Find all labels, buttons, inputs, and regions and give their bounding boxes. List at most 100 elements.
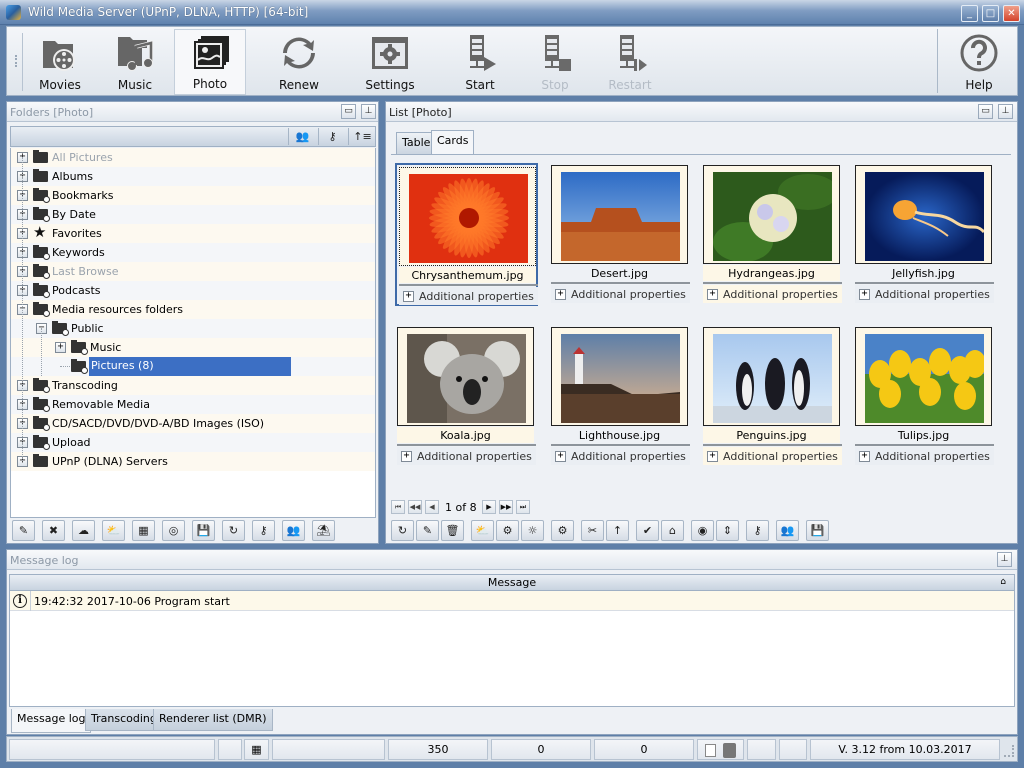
delete-folder-icon[interactable]: ✖ xyxy=(42,520,65,541)
additional-properties[interactable]: + Additional properties xyxy=(855,447,994,465)
help-button[interactable]: Help xyxy=(943,29,1015,95)
settings-info-icon[interactable]: ⚙ xyxy=(496,520,519,541)
start-button[interactable]: Start xyxy=(444,29,516,95)
tab-cards[interactable]: Cards xyxy=(431,130,475,155)
first-page-button[interactable]: ⏮ xyxy=(391,500,405,514)
refresh-icon[interactable]: ↻ xyxy=(391,520,414,541)
cloud-folder-icon[interactable]: ☁ xyxy=(72,520,95,541)
expand-icon[interactable]: + xyxy=(707,451,718,462)
minimize-button[interactable]: _ xyxy=(961,5,978,22)
lifebuoy-icon[interactable]: ◎ xyxy=(162,520,185,541)
calculator-icon[interactable]: ▦ xyxy=(244,739,269,760)
photo-card[interactable]: Chrysanthemum.jpg + Additional propertie… xyxy=(395,163,538,306)
pin-panel-button[interactable]: ⊥ xyxy=(361,104,376,119)
additional-properties[interactable]: + Additional properties xyxy=(397,447,536,465)
broadcast-icon[interactable]: ◉ xyxy=(691,520,714,541)
tree-item[interactable]: Pictures (8) xyxy=(11,357,375,376)
movies-button[interactable]: Movies xyxy=(24,29,96,95)
edit-icon[interactable]: ✎ xyxy=(416,520,439,541)
pin-panel-button[interactable]: ⊥ xyxy=(998,104,1013,119)
expand-icon[interactable]: + xyxy=(55,342,66,353)
additional-properties[interactable]: + Additional properties xyxy=(703,285,842,303)
refresh-folder-icon[interactable]: ↻ xyxy=(222,520,245,541)
expand-icon[interactable]: + xyxy=(859,289,870,300)
fit-height-icon[interactable]: ⇕ xyxy=(716,520,739,541)
tree-item[interactable]: + Podcasts xyxy=(11,281,375,300)
next-group-button[interactable]: ▶▶ xyxy=(499,500,513,514)
key-icon[interactable]: ⚷ xyxy=(252,520,275,541)
tree-item[interactable]: − Public xyxy=(11,319,375,338)
tab-renderer-list[interactable]: Renderer list (DMR) xyxy=(153,709,273,731)
folder-open-icon[interactable]: ⌂ xyxy=(661,520,684,541)
save-icon[interactable]: 💾 xyxy=(806,520,829,541)
tree-item[interactable]: + Removable Media xyxy=(11,395,375,414)
palm-tree-icon[interactable]: ⛱ xyxy=(312,520,335,541)
tab-message-log[interactable]: Message log xyxy=(11,709,92,733)
folder-settings-icon[interactable]: ⚙ xyxy=(551,520,574,541)
additional-properties[interactable]: + Additional properties xyxy=(399,287,538,305)
settings-button[interactable]: Settings xyxy=(354,29,426,95)
expand-icon[interactable]: + xyxy=(401,451,412,462)
grid-icon[interactable]: ▦ xyxy=(132,520,155,541)
prev-group-button[interactable]: ◀◀ xyxy=(408,500,422,514)
prev-page-button[interactable]: ◀ xyxy=(425,500,439,514)
resize-grip[interactable] xyxy=(1004,745,1014,757)
photo-card[interactable]: Lighthouse.jpg + Additional properties xyxy=(549,325,692,468)
tree-item[interactable]: + Bookmarks xyxy=(11,186,375,205)
additional-properties[interactable]: + Additional properties xyxy=(551,447,690,465)
photo-card[interactable]: Penguins.jpg + Additional properties xyxy=(701,325,844,468)
music-button[interactable]: Music xyxy=(99,29,171,95)
photo-card[interactable]: Desert.jpg + Additional properties xyxy=(549,163,692,306)
save-icon[interactable]: 💾 xyxy=(192,520,215,541)
tools-icon[interactable]: ✂ xyxy=(581,520,604,541)
delete-icon[interactable]: 🗑 xyxy=(441,520,464,541)
tree-item[interactable]: + CD/SACD/DVD/DVD-A/BD Images (ISO) xyxy=(11,414,375,433)
expand-icon[interactable]: + xyxy=(403,291,414,302)
tree-item[interactable]: + Music xyxy=(11,338,375,357)
renew-button[interactable]: Renew xyxy=(263,29,335,95)
users-icon[interactable]: 👥 xyxy=(282,520,305,541)
expand-icon[interactable]: + xyxy=(555,451,566,462)
edit-folder-icon[interactable]: ✎ xyxy=(12,520,35,541)
tree-item[interactable]: + ★ Favorites xyxy=(11,224,375,243)
photo-card[interactable]: Hydrangeas.jpg + Additional properties xyxy=(701,163,844,306)
additional-properties[interactable]: + Additional properties xyxy=(855,285,994,303)
additional-properties[interactable]: + Additional properties xyxy=(551,285,690,303)
brightness-icon[interactable]: ☼ xyxy=(521,520,544,541)
photo-card[interactable]: Koala.jpg + Additional properties xyxy=(395,325,538,468)
stop-button[interactable]: Stop xyxy=(519,29,591,95)
tree-item[interactable]: + Last Browse xyxy=(11,262,375,281)
tree-item[interactable]: + Transcoding xyxy=(11,376,375,395)
weather-icon[interactable]: ⛅ xyxy=(471,520,494,541)
message-row[interactable]: i 19:42:32 2017-10-06 Program start xyxy=(10,591,1014,611)
maximize-panel-button[interactable]: ▭ xyxy=(341,104,356,119)
photo-card[interactable]: Jellyfish.jpg + Additional properties xyxy=(853,163,996,306)
restart-button[interactable]: Restart xyxy=(594,29,666,95)
maximize-button[interactable]: □ xyxy=(982,5,999,22)
tab-transcoding[interactable]: Transcoding xyxy=(85,709,163,731)
tree-item[interactable]: + By Date xyxy=(11,205,375,224)
tree-item[interactable]: + All Pictures xyxy=(11,148,375,167)
tree-item[interactable]: + UPnP (DLNA) Servers xyxy=(11,452,375,471)
users-icon[interactable]: 👥 xyxy=(288,128,316,145)
sort-icon[interactable]: ↑ xyxy=(606,520,629,541)
toolbar-grip[interactable] xyxy=(11,33,23,91)
photo-card[interactable]: Tulips.jpg + Additional properties xyxy=(853,325,996,468)
maximize-panel-button[interactable]: ▭ xyxy=(978,104,993,119)
folder-check-icon[interactable]: ✔ xyxy=(636,520,659,541)
tree-item[interactable]: − Media resources folders xyxy=(11,300,375,319)
key-icon[interactable]: ⚷ xyxy=(746,520,769,541)
pin-panel-button[interactable]: ⊥ xyxy=(997,552,1012,567)
message-column-header[interactable]: Message ⌂ xyxy=(9,574,1015,591)
next-page-button[interactable]: ▶ xyxy=(482,500,496,514)
last-page-button[interactable]: ⏭ xyxy=(516,500,530,514)
weather-icon[interactable]: ⛅ xyxy=(102,520,125,541)
sort-icon[interactable]: ↑≡ xyxy=(348,128,376,145)
users-icon[interactable]: 👥 xyxy=(776,520,799,541)
close-button[interactable]: ✕ xyxy=(1003,5,1020,22)
tree-item[interactable]: + Upload xyxy=(11,433,375,452)
expand-icon[interactable]: + xyxy=(555,289,566,300)
photo-button[interactable]: Photo xyxy=(174,29,246,95)
tree-item[interactable]: + Albums xyxy=(11,167,375,186)
tree-item[interactable]: + Keywords xyxy=(11,243,375,262)
